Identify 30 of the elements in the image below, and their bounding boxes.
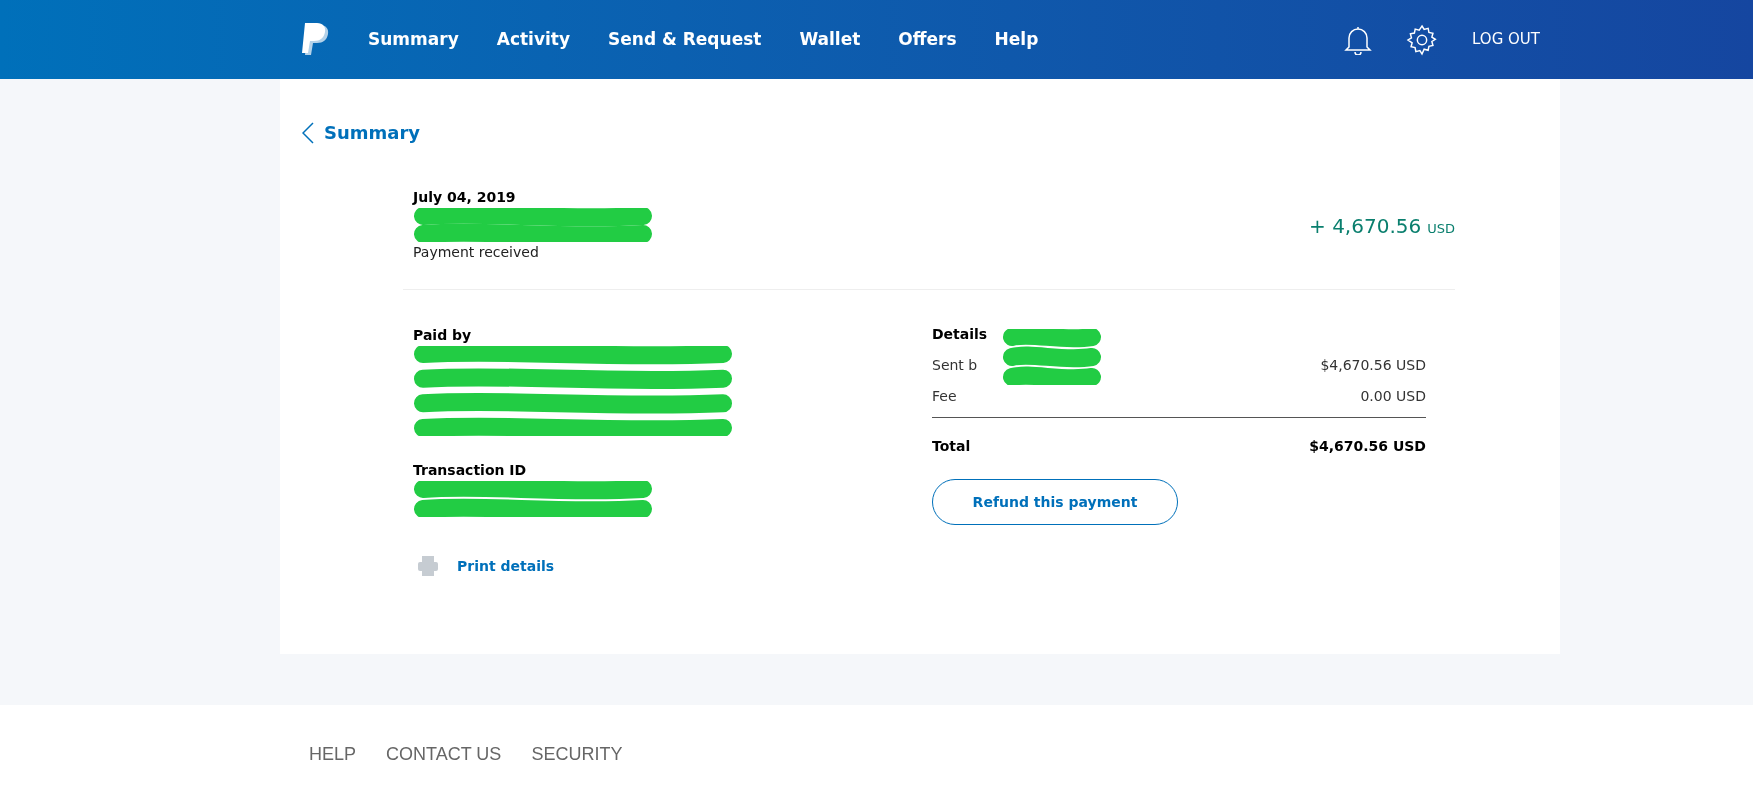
footer-link[interactable]: SECURITY	[531, 740, 623, 768]
nav-link[interactable]: Offers	[898, 26, 957, 53]
transaction-date: July 04, 2019	[413, 188, 517, 207]
nav-link[interactable]: Summary	[368, 26, 459, 53]
footer-link[interactable]: HELP	[309, 740, 357, 768]
notification-bell-icon[interactable]	[1344, 24, 1373, 55]
back-link[interactable]: Summary	[302, 119, 421, 146]
footer-link[interactable]: CONTACT US	[386, 740, 502, 768]
print-details-link[interactable]: Print details	[417, 555, 733, 577]
transaction-amount: + 4,670.56	[1309, 213, 1422, 240]
logout-link[interactable]: LOG OUT	[1472, 28, 1540, 51]
printer-icon	[417, 555, 439, 577]
settings-icon[interactable]	[1406, 23, 1439, 56]
detail-value: $4,670.56 USD	[1320, 356, 1426, 375]
detail-value: 0.00 USD	[1360, 387, 1426, 406]
nav-link[interactable]: Activity	[496, 26, 571, 53]
total-label: Total	[932, 437, 971, 456]
details-heading: Details	[932, 325, 989, 344]
logo-icon	[302, 22, 330, 57]
total-value: $4,670.56 USD	[1309, 437, 1426, 456]
detail-label: Fee	[932, 387, 957, 406]
nav-link[interactable]: Wallet	[799, 26, 861, 53]
nav-link[interactable]: Help	[994, 26, 1039, 53]
chevron-left-icon	[302, 121, 314, 144]
paid-by-label: Paid by	[413, 326, 473, 345]
detail-label: Sent b	[932, 356, 978, 375]
currency-label: USD	[1427, 220, 1455, 238]
nav-link[interactable]: Send & Request	[608, 26, 762, 53]
transaction-id-label: Transaction ID	[413, 461, 528, 480]
transaction-status: Payment received	[413, 243, 540, 262]
